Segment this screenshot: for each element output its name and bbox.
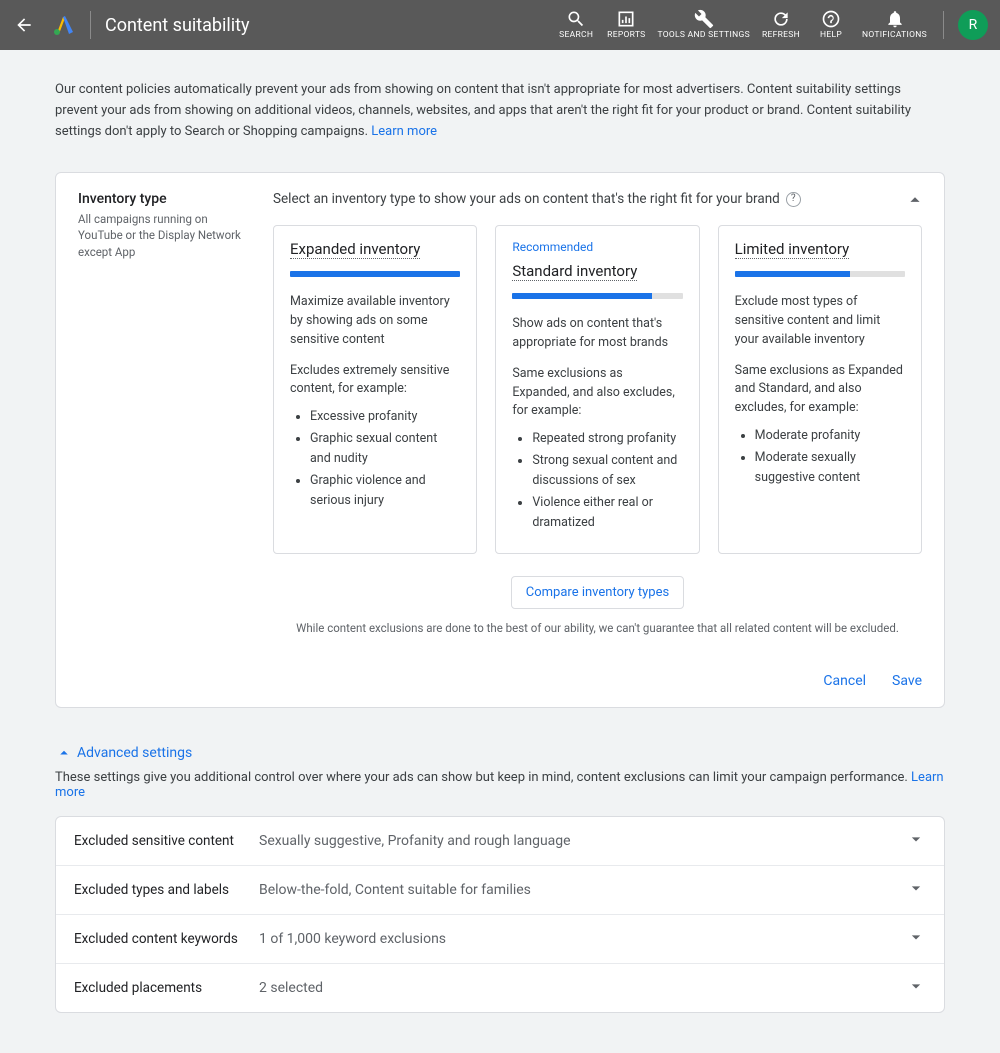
inventory-side-subtitle: All campaigns running on YouTube or the … xyxy=(78,211,243,259)
help-icon xyxy=(821,9,841,29)
arrow-left-icon xyxy=(14,15,34,35)
advanced-desc-text: These settings give you additional contr… xyxy=(55,770,911,785)
advanced-list: Excluded sensitive content Sexually sugg… xyxy=(55,816,945,1013)
app-header: Content suitability SEARCH REPORTS TOOLS… xyxy=(0,0,1000,50)
option-limited-sub: Same exclusions as Expanded and Standard… xyxy=(735,362,905,418)
advanced-row-label: Excluded sensitive content xyxy=(74,833,259,849)
page-title: Content suitability xyxy=(105,15,250,36)
option-standard-recommended: Recommended xyxy=(512,240,682,254)
option-standard-sub: Same exclusions as Expanded, and also ex… xyxy=(512,365,682,421)
intro-copy: Our content policies automatically preve… xyxy=(55,82,911,139)
option-expanded-list: Excessive profanity Graphic sexual conte… xyxy=(290,407,460,511)
inventory-card: Inventory type All campaigns running on … xyxy=(55,172,945,708)
chevron-down-icon xyxy=(906,829,926,853)
chevron-down-icon xyxy=(906,878,926,902)
header-divider-right xyxy=(943,11,944,39)
advanced-row-placements[interactable]: Excluded placements 2 selected xyxy=(56,964,944,1012)
option-standard[interactable]: Recommended Standard inventory Show ads … xyxy=(495,225,699,554)
advanced-row-value: Sexually suggestive, Profanity and rough… xyxy=(259,833,906,849)
list-item: Graphic sexual content and nudity xyxy=(310,429,460,469)
intro-learn-more-link[interactable]: Learn more xyxy=(371,124,437,139)
page-body: Our content policies automatically preve… xyxy=(0,50,1000,1053)
advanced-row-value: 1 of 1,000 keyword exclusions xyxy=(259,931,906,947)
inventory-side: Inventory type All campaigns running on … xyxy=(78,191,243,635)
google-ads-logo-icon xyxy=(50,12,76,38)
reports-label: REPORTS xyxy=(607,31,645,40)
advanced-description: These settings give you additional contr… xyxy=(55,770,945,800)
option-limited-list: Moderate profanity Moderate sexually sug… xyxy=(735,426,905,488)
advanced-row-sensitive[interactable]: Excluded sensitive content Sexually sugg… xyxy=(56,817,944,866)
avatar-letter: R xyxy=(969,17,978,33)
option-limited-title: Limited inventory xyxy=(735,240,850,259)
option-expanded-desc: Maximize available inventory by showing … xyxy=(290,293,460,349)
option-standard-title: Standard inventory xyxy=(512,262,637,281)
inventory-side-title: Inventory type xyxy=(78,191,243,207)
chevron-down-icon xyxy=(906,976,926,1000)
list-item: Violence either real or dramatized xyxy=(532,493,682,533)
advanced-row-label: Excluded placements xyxy=(74,980,259,996)
option-limited-bar xyxy=(735,271,905,277)
back-button[interactable] xyxy=(12,13,36,37)
option-standard-list: Repeated strong profanity Strong sexual … xyxy=(512,429,682,533)
advanced-row-types[interactable]: Excluded types and labels Below-the-fold… xyxy=(56,866,944,915)
advanced-row-label: Excluded content keywords xyxy=(74,931,259,947)
inventory-actions: Cancel Save xyxy=(78,673,922,689)
header-divider xyxy=(90,11,91,39)
list-item: Excessive profanity xyxy=(310,407,460,427)
tools-label: TOOLS AND SETTINGS xyxy=(658,31,750,40)
inventory-instruction: Select an inventory type to show your ad… xyxy=(273,191,780,207)
inventory-main: Select an inventory type to show your ad… xyxy=(273,191,922,635)
account-avatar[interactable]: R xyxy=(958,10,988,40)
wrench-icon xyxy=(694,9,714,29)
option-expanded-title: Expanded inventory xyxy=(290,240,420,259)
advanced-section: Advanced settings These settings give yo… xyxy=(55,744,945,1013)
list-item: Moderate profanity xyxy=(755,426,905,446)
refresh-icon xyxy=(771,9,791,29)
cancel-button[interactable]: Cancel xyxy=(823,673,866,689)
advanced-toggle-label: Advanced settings xyxy=(77,745,192,761)
notifications-tool[interactable]: NOTIFICATIONS xyxy=(856,9,933,40)
intro-text: Our content policies automatically preve… xyxy=(55,80,945,142)
inventory-options: Expanded inventory Maximize available in… xyxy=(273,225,922,554)
option-standard-desc: Show ads on content that's appropriate f… xyxy=(512,315,682,353)
advanced-row-value: 2 selected xyxy=(259,980,906,996)
search-label: SEARCH xyxy=(559,31,593,40)
search-icon xyxy=(566,9,586,29)
inventory-help-icon[interactable]: ? xyxy=(786,192,801,207)
search-tool[interactable]: SEARCH xyxy=(551,9,601,40)
option-expanded[interactable]: Expanded inventory Maximize available in… xyxy=(273,225,477,554)
list-item: Repeated strong profanity xyxy=(532,429,682,449)
chevron-down-icon xyxy=(906,927,926,951)
option-expanded-sub: Excludes extremely sensitive content, fo… xyxy=(290,362,460,400)
option-limited[interactable]: Limited inventory Exclude most types of … xyxy=(718,225,922,554)
help-tool[interactable]: HELP xyxy=(806,9,856,40)
refresh-label: REFRESH xyxy=(762,31,800,40)
option-expanded-bar xyxy=(290,271,460,277)
inventory-disclaimer: While content exclusions are done to the… xyxy=(273,621,922,635)
list-item: Moderate sexually suggestive content xyxy=(755,448,905,488)
refresh-tool[interactable]: REFRESH xyxy=(756,9,806,40)
list-item: Strong sexual content and discussions of… xyxy=(532,451,682,491)
list-item: Graphic violence and serious injury xyxy=(310,471,460,511)
tools-settings-tool[interactable]: TOOLS AND SETTINGS xyxy=(652,9,756,40)
reports-tool[interactable]: REPORTS xyxy=(601,9,651,40)
bell-icon xyxy=(885,9,905,29)
option-limited-desc: Exclude most types of sensitive content … xyxy=(735,293,905,349)
help-label: HELP xyxy=(820,31,842,40)
option-standard-bar xyxy=(512,293,682,299)
reports-icon xyxy=(616,9,636,29)
chevron-up-icon xyxy=(55,744,73,762)
compare-inventory-button[interactable]: Compare inventory types xyxy=(511,576,684,609)
advanced-toggle[interactable]: Advanced settings xyxy=(55,744,192,762)
notif-label: NOTIFICATIONS xyxy=(862,31,927,40)
save-button[interactable]: Save xyxy=(892,673,922,689)
advanced-row-keywords[interactable]: Excluded content keywords 1 of 1,000 key… xyxy=(56,915,944,964)
